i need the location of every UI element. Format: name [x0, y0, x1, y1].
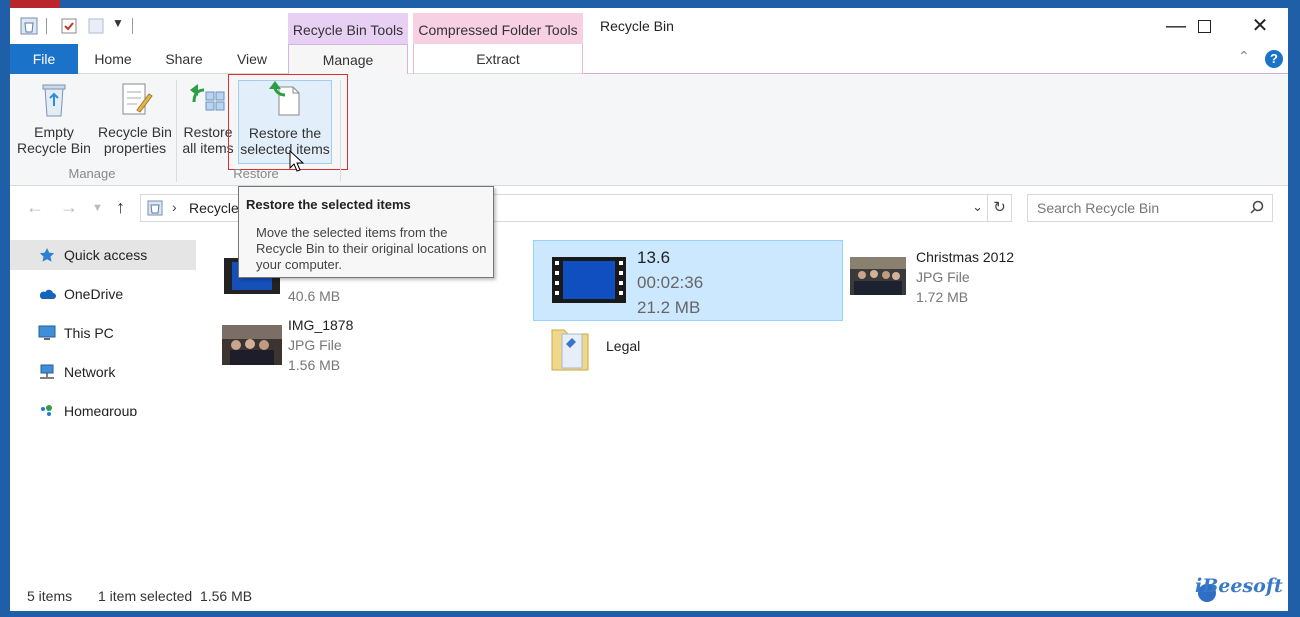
- recycle-bin-properties-label-2: properties: [103, 140, 167, 156]
- back-arrow-icon[interactable]: ←: [26, 197, 44, 218]
- address-row: ← → ▼ ↑ › Recycle ⌄ ↻: [10, 186, 1288, 228]
- refresh-button[interactable]: ↻: [988, 194, 1012, 222]
- recycle-bin-properties-button[interactable]: Recycle Bin properties: [94, 80, 176, 164]
- empty-recycle-bin-label-1: Empty: [34, 124, 74, 140]
- ribbon-tabs: File Home Share View Manage Extract ⌃ ?: [10, 44, 1288, 75]
- nav-item-homegroup[interactable]: Homegroup: [10, 396, 196, 416]
- recycle-bin-icon: [147, 200, 163, 216]
- file-tile-video-13-6[interactable]: 13.6 00:02:36 21.2 MB: [533, 240, 843, 321]
- properties-icon: [122, 83, 153, 115]
- desktop-top: [0, 0, 1300, 8]
- tooltip-title: Restore the selected items: [246, 197, 411, 212]
- restore-all-icon: [190, 84, 225, 111]
- forward-arrow-icon[interactable]: →: [60, 197, 78, 218]
- status-bar: 5 items 1 item selected 1.56 MB: [10, 583, 1288, 611]
- empty-recycle-bin-button[interactable]: Empty Recycle Bin: [16, 80, 92, 164]
- recent-locations-icon[interactable]: ▼: [92, 202, 103, 214]
- up-arrow-icon[interactable]: ↑: [116, 197, 125, 218]
- file-type: JPG File: [288, 337, 342, 353]
- file-size: 40.6 MB: [288, 288, 341, 304]
- explorer-window: ▼ Recycle Bin Tools Compressed Folder To…: [10, 8, 1288, 611]
- file-size: 1.72 MB: [916, 289, 969, 305]
- file-size: 21.2 MB: [637, 298, 701, 317]
- nav-label-this-pc: This PC: [64, 325, 114, 341]
- breadcrumb[interactable]: Recycle: [189, 200, 239, 216]
- folder-name: Legal: [606, 338, 641, 354]
- search-box[interactable]: [1027, 194, 1273, 222]
- star-icon: [39, 248, 55, 262]
- recycle-bin-small-icon[interactable]: [20, 17, 38, 35]
- tab-share[interactable]: Share: [156, 44, 212, 74]
- photo-thumbnail: [850, 257, 906, 295]
- file-tile-img-1878[interactable]: IMG_1878 JPG File 1.56 MB: [222, 317, 502, 397]
- properties-check-icon[interactable]: [60, 17, 78, 35]
- desktop-left: [0, 0, 10, 617]
- tab-view[interactable]: View: [224, 44, 280, 74]
- file-list: 40.6 MB IMG_1878 JPG File 1.56 MB 13.6 0…: [200, 228, 1288, 583]
- nav-item-network[interactable]: Network: [10, 357, 196, 387]
- empty-recycle-bin-label-2: Recycle Bin: [17, 140, 91, 156]
- file-duration: 00:02:36: [637, 273, 704, 292]
- navigation-pane: Quick access OneDrive This PC Network Ho…: [10, 228, 200, 583]
- recycle-bin-properties-label-1: Recycle Bin: [98, 124, 172, 140]
- tab-home[interactable]: Home: [82, 44, 144, 74]
- nav-item-onedrive[interactable]: OneDrive: [10, 279, 196, 309]
- help-icon[interactable]: ?: [1265, 50, 1283, 68]
- status-selection: 1 item selected 1.56 MB: [98, 588, 253, 604]
- folder-icon: [551, 329, 589, 371]
- recycle-bin-tools-label: Recycle Bin Tools: [288, 13, 408, 45]
- file-size: 1.56 MB: [288, 357, 341, 373]
- maximize-button[interactable]: [1176, 8, 1232, 44]
- chevron-down-icon[interactable]: ⌄: [972, 199, 983, 215]
- nav-label-network: Network: [64, 364, 116, 380]
- tab-file[interactable]: File: [10, 44, 78, 74]
- file-type: JPG File: [916, 269, 970, 285]
- tooltip: Restore the selected items Move the sele…: [238, 186, 494, 278]
- nav-label-quick-access: Quick access: [64, 247, 148, 263]
- ribbon: Empty Recycle Bin Recycle Bin properties…: [10, 74, 1288, 186]
- nav-item-quick-access[interactable]: Quick access: [10, 240, 196, 270]
- compressed-folder-tools-label: Compressed Folder Tools: [413, 13, 583, 45]
- folder-tile-legal[interactable]: Legal: [550, 324, 750, 374]
- file-name: IMG_1878: [288, 317, 354, 333]
- homegroup-icon: [41, 405, 52, 416]
- empty-recycle-bin-icon: [42, 84, 66, 117]
- group-label-restore: Restore: [233, 166, 279, 181]
- nav-item-this-pc[interactable]: This PC: [10, 318, 196, 348]
- file-tile-christmas-2012[interactable]: Christmas 2012 JPG File 1.72 MB: [850, 249, 1050, 329]
- monitor-icon: [38, 325, 56, 340]
- group-label-manage: Manage: [68, 166, 116, 181]
- qat-separator: [46, 18, 47, 34]
- photo-thumbnail: [222, 325, 282, 365]
- group-separator: [340, 80, 341, 182]
- tab-extract[interactable]: Extract: [413, 44, 583, 74]
- network-icon: [40, 364, 54, 379]
- watermark: iBeesoft: [1195, 575, 1283, 597]
- file-name: Christmas 2012: [916, 249, 1015, 265]
- video-file-icon: [552, 257, 626, 303]
- close-button[interactable]: ✕: [1232, 8, 1288, 44]
- search-input[interactable]: [1028, 195, 1248, 221]
- search-icon[interactable]: [1250, 200, 1264, 214]
- mouse-pointer-icon: [289, 150, 304, 172]
- cloud-icon: [39, 289, 56, 299]
- title-bar: ▼ Recycle Bin Tools Compressed Folder To…: [10, 8, 1288, 45]
- qat-dropdown-icon[interactable]: ▼: [112, 16, 124, 30]
- tooltip-body: Move the selected items from the Recycle…: [256, 225, 487, 272]
- qat-separator: [132, 18, 133, 34]
- breadcrumb-chevron-icon[interactable]: ›: [172, 199, 177, 215]
- group-separator: [176, 80, 177, 182]
- file-name: 13.6: [637, 248, 671, 267]
- status-item-count: 5 items: [27, 588, 73, 604]
- window-title: Recycle Bin: [600, 18, 674, 34]
- nav-label-onedrive: OneDrive: [64, 286, 124, 302]
- nav-label-homegroup: Homegroup: [64, 403, 138, 416]
- tab-manage[interactable]: Manage: [288, 44, 408, 75]
- collapse-ribbon-icon[interactable]: ⌃: [1238, 48, 1250, 65]
- new-folder-icon[interactable]: [87, 17, 105, 35]
